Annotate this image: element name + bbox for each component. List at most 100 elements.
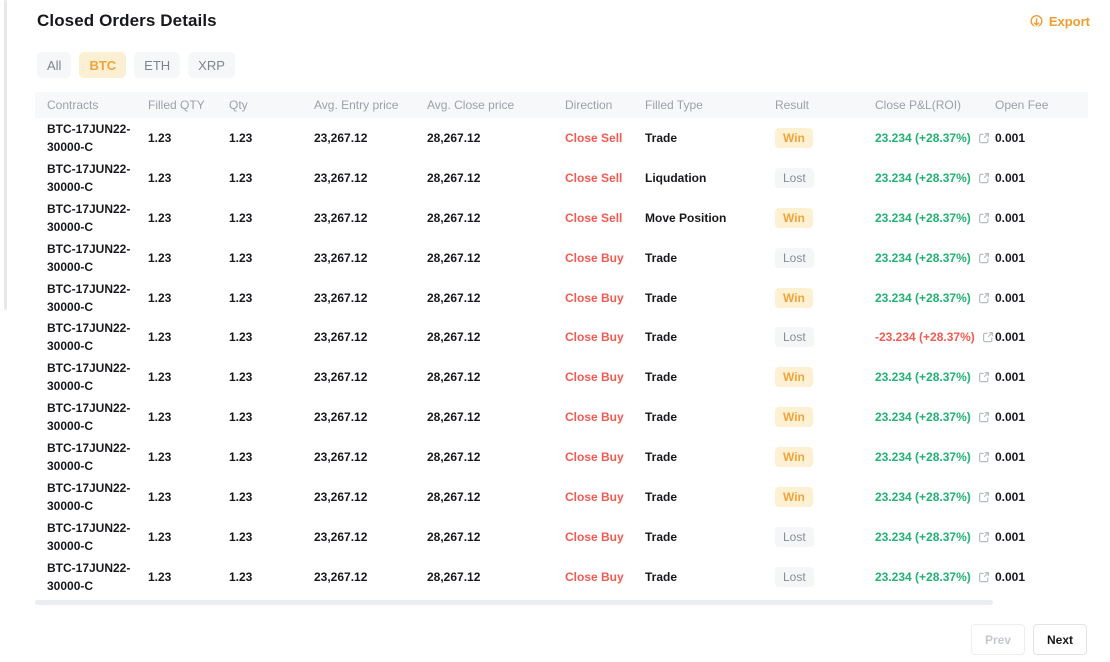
- cell-filled-qty: 1.23: [148, 489, 172, 504]
- cell-filled-qty: 1.23: [148, 370, 172, 385]
- table-header-row: Contracts Filled QTY Qty Avg. Entry pric…: [35, 92, 1088, 118]
- cell-filled-qty: 1.23: [148, 330, 172, 345]
- cell-avg-close-price: 28,267.12: [427, 130, 481, 145]
- cell-contract: BTC-17JUN22-30000-C: [47, 321, 131, 354]
- cell-filled-type: Trade: [645, 250, 678, 265]
- cell-contract: BTC-17JUN22-30000-C: [47, 480, 131, 513]
- cell-filled-type: Trade: [645, 569, 678, 584]
- cell-close-pnl: 23.234 (+28.37%): [875, 211, 995, 225]
- cell-avg-entry-price: 23,267.12: [314, 170, 368, 185]
- cell-open-fee: 0.001: [995, 210, 1026, 225]
- result-badge: Win: [775, 367, 813, 388]
- tab-btc-label: BTC: [89, 57, 117, 73]
- cell-avg-entry-price: 23,267.12: [314, 250, 368, 265]
- cell-direction: Close Buy: [565, 250, 624, 265]
- external-link-icon[interactable]: [978, 212, 990, 224]
- column-header-direction: Direction: [565, 98, 613, 112]
- table-row: BTC-17JUN22-30000-C 1.23 1.23 23,267.12 …: [35, 437, 1088, 477]
- export-button[interactable]: Export: [1029, 14, 1090, 29]
- cell-qty: 1.23: [229, 529, 253, 544]
- external-link-icon[interactable]: [978, 571, 990, 583]
- page-scrollbar[interactable]: [4, 0, 7, 310]
- cell-direction: Close Buy: [565, 370, 624, 385]
- cell-open-fee: 0.001: [995, 130, 1026, 145]
- cell-direction: Close Sell: [565, 170, 623, 185]
- external-link-icon[interactable]: [978, 252, 990, 264]
- external-link-icon[interactable]: [978, 172, 990, 184]
- pnl-value: 23.234 (+28.37%): [875, 210, 971, 225]
- tab-eth-label: ETH: [144, 57, 171, 73]
- table-body: BTC-17JUN22-30000-C 1.23 1.23 23,267.12 …: [35, 118, 1088, 597]
- cell-filled-type: Move Position: [645, 210, 727, 225]
- prev-button[interactable]: Prev: [971, 624, 1025, 655]
- result-badge: Win: [775, 287, 813, 308]
- cell-close-pnl: 23.234 (+28.37%): [875, 131, 995, 145]
- cell-contract: BTC-17JUN22-30000-C: [47, 441, 131, 474]
- cell-result: Win: [775, 447, 875, 468]
- external-link-icon[interactable]: [982, 331, 994, 343]
- table-row: BTC-17JUN22-30000-C 1.23 1.23 23,267.12 …: [35, 158, 1088, 198]
- column-header-filled-type: Filled Type: [645, 98, 703, 112]
- table-row: BTC-17JUN22-30000-C 1.23 1.23 23,267.12 …: [35, 317, 1088, 357]
- cell-contract: BTC-17JUN22-30000-C: [47, 361, 131, 394]
- cell-filled-qty: 1.23: [148, 450, 172, 465]
- cell-open-fee: 0.001: [995, 170, 1026, 185]
- tab-btc[interactable]: BTC: [79, 52, 127, 78]
- cell-avg-close-price: 28,267.12: [427, 370, 481, 385]
- cell-qty: 1.23: [229, 410, 253, 425]
- cell-qty: 1.23: [229, 290, 253, 305]
- external-link-icon[interactable]: [978, 491, 990, 503]
- tab-eth[interactable]: ETH: [134, 52, 181, 78]
- cell-close-pnl: 23.234 (+28.37%): [875, 570, 995, 584]
- column-header-result: Result: [775, 98, 810, 112]
- pnl-value: 23.234 (+28.37%): [875, 170, 971, 185]
- cell-result: Lost: [775, 327, 875, 348]
- cell-open-fee: 0.001: [995, 330, 1026, 345]
- cell-qty: 1.23: [229, 130, 253, 145]
- cell-avg-close-price: 28,267.12: [427, 250, 481, 265]
- cell-close-pnl: 23.234 (+28.37%): [875, 490, 995, 504]
- pnl-value: 23.234 (+28.37%): [875, 130, 971, 145]
- cell-result: Win: [775, 207, 875, 228]
- cell-open-fee: 0.001: [995, 529, 1026, 544]
- cell-avg-entry-price: 23,267.12: [314, 210, 368, 225]
- cell-filled-qty: 1.23: [148, 529, 172, 544]
- cell-direction: Close Buy: [565, 569, 624, 584]
- pnl-value: 23.234 (+28.37%): [875, 450, 971, 465]
- column-header-avg-entry: Avg. Entry price: [314, 98, 399, 112]
- cell-open-fee: 0.001: [995, 250, 1026, 265]
- external-link-icon[interactable]: [978, 411, 990, 423]
- cell-open-fee: 0.001: [995, 450, 1026, 465]
- cell-open-fee: 0.001: [995, 569, 1026, 584]
- cell-avg-entry-price: 23,267.12: [314, 569, 368, 584]
- cell-filled-type: Trade: [645, 450, 678, 465]
- external-link-icon[interactable]: [978, 371, 990, 383]
- result-badge: Lost: [775, 247, 814, 268]
- coin-filter-tabs: All BTC ETH XRP: [37, 52, 235, 78]
- cell-contract: BTC-17JUN22-30000-C: [47, 560, 131, 593]
- cell-filled-type: Liqudation: [645, 170, 707, 185]
- cell-filled-type: Trade: [645, 130, 678, 145]
- column-header-open-fee: Open Fee: [995, 98, 1049, 112]
- cell-close-pnl: 23.234 (+28.37%): [875, 370, 995, 384]
- table-row: BTC-17JUN22-30000-C 1.23 1.23 23,267.12 …: [35, 198, 1088, 238]
- cell-avg-close-price: 28,267.12: [427, 170, 481, 185]
- pnl-value: -23.234 (+28.37%): [875, 330, 975, 345]
- cell-result: Lost: [775, 566, 875, 587]
- cell-filled-qty: 1.23: [148, 290, 172, 305]
- result-badge: Win: [775, 127, 813, 148]
- cell-direction: Close Buy: [565, 290, 624, 305]
- next-button[interactable]: Next: [1033, 624, 1087, 655]
- pnl-value: 23.234 (+28.37%): [875, 529, 971, 544]
- external-link-icon[interactable]: [978, 132, 990, 144]
- external-link-icon[interactable]: [978, 292, 990, 304]
- horizontal-scrollbar[interactable]: [35, 600, 993, 605]
- tab-xrp[interactable]: XRP: [188, 52, 235, 78]
- tab-all[interactable]: All: [37, 52, 72, 78]
- column-header-avg-close: Avg. Close price: [427, 98, 515, 112]
- external-link-icon[interactable]: [978, 531, 990, 543]
- table-row: BTC-17JUN22-30000-C 1.23 1.23 23,267.12 …: [35, 118, 1088, 158]
- cell-result: Lost: [775, 526, 875, 547]
- external-link-icon[interactable]: [978, 451, 990, 463]
- column-header-close-pnl: Close P&L(ROI): [875, 98, 962, 112]
